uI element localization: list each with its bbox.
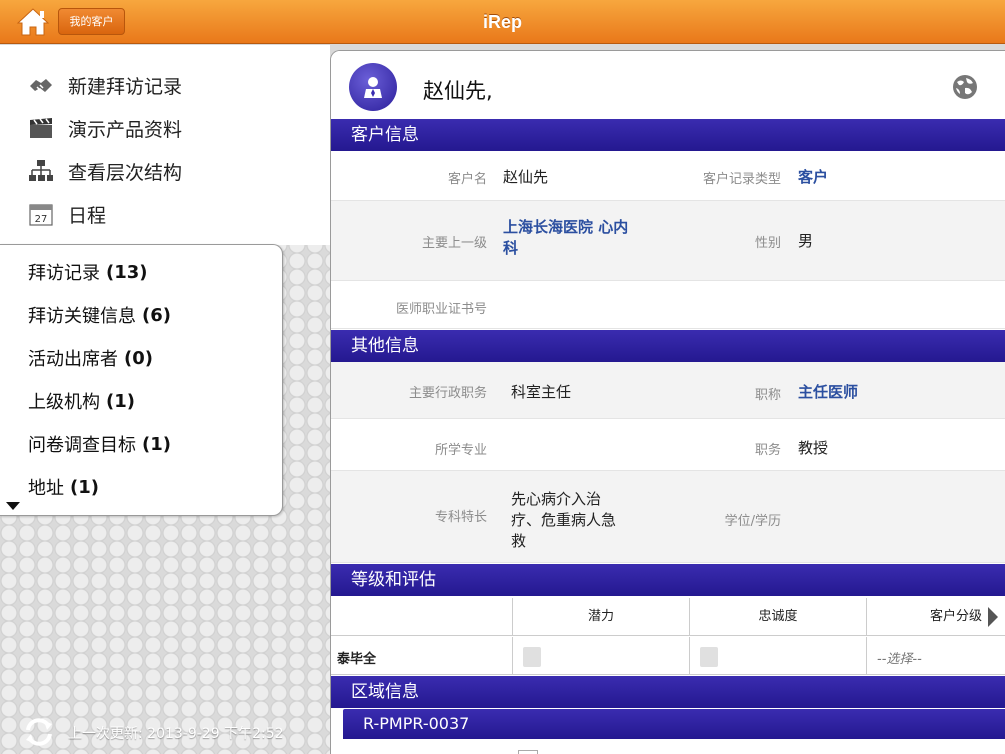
info-row: 所学专业 职务 教授 bbox=[331, 419, 1005, 471]
home-icon[interactable] bbox=[14, 6, 52, 38]
detail-header: 赵仙先, bbox=[331, 51, 1005, 119]
related-item-attendees[interactable]: 活动出席者 (0) bbox=[28, 343, 153, 373]
partial-control bbox=[518, 750, 538, 754]
column-header: 潜力 bbox=[512, 598, 689, 636]
related-item-surveys[interactable]: 问卷调查目标 (1) bbox=[28, 429, 171, 459]
field-label: 客户记录类型 bbox=[702, 172, 781, 187]
segment-select[interactable]: --选择-- bbox=[877, 648, 922, 667]
field-label: 客户名 bbox=[447, 172, 487, 187]
field-label: 性别 bbox=[754, 236, 781, 251]
section-customer-info: 客户信息 bbox=[331, 119, 1005, 151]
clapperboard-icon bbox=[28, 115, 54, 141]
parent-account-link[interactable]: 上海长海医院 心内 科 bbox=[503, 217, 628, 259]
related-item-parent-org[interactable]: 上级机构 (1) bbox=[28, 386, 135, 416]
related-label: 活动出席者 bbox=[28, 349, 118, 370]
position-value: 教授 bbox=[798, 439, 829, 457]
field-label: 专科特长 bbox=[434, 510, 487, 525]
field-label: 医师职业证书号 bbox=[395, 302, 487, 317]
record-type-link[interactable]: 客户 bbox=[798, 166, 828, 187]
specialty-line: 救 bbox=[511, 532, 527, 550]
my-customers-button[interactable]: 我的客户 bbox=[58, 8, 125, 35]
related-label: 拜访关键信息 bbox=[28, 306, 136, 327]
info-row: 主要上一级 上海长海医院 心内 科 性别 男 bbox=[331, 201, 1005, 281]
related-label: 问卷调查目标 bbox=[28, 435, 136, 456]
column-header: 忠诚度 bbox=[689, 598, 866, 636]
info-row: 客户名 赵仙先 客户记录类型 客户 bbox=[331, 151, 1005, 201]
potential-cell bbox=[512, 637, 689, 675]
field-label: 职务 bbox=[754, 443, 781, 458]
parent-line: 上海长海医院 心内 bbox=[503, 218, 629, 236]
present-product-item[interactable]: 演示产品资料 bbox=[28, 113, 182, 143]
menu-label: 新建拜访记录 bbox=[68, 75, 183, 98]
column-header: 客户分级 bbox=[866, 598, 1005, 636]
field-label: 主要行政职务 bbox=[408, 386, 487, 401]
info-row: 医师职业证书号 bbox=[331, 281, 1005, 329]
job-title-link[interactable]: 主任医师 bbox=[798, 381, 858, 402]
loyalty-checkbox[interactable] bbox=[700, 647, 718, 667]
potential-checkbox[interactable] bbox=[523, 647, 541, 667]
related-count: (1) bbox=[70, 476, 99, 498]
parent-line: 科 bbox=[503, 239, 519, 257]
new-visit-record-item[interactable]: 新建拜访记录 bbox=[28, 70, 182, 100]
last-update-text: 上一次更新: 2013-9-29 下午2:52 bbox=[68, 726, 284, 742]
product-name: 泰毕全 bbox=[337, 652, 377, 667]
admin-title-value: 科室主任 bbox=[511, 383, 572, 401]
related-count: (1) bbox=[142, 433, 171, 455]
related-item-visits[interactable]: 拜访记录 (13) bbox=[28, 257, 148, 287]
app-title: iRep bbox=[482, 12, 522, 32]
view-hierarchy-item[interactable]: 查看层次结构 bbox=[28, 156, 182, 186]
calendar-day: 27 bbox=[35, 214, 48, 225]
related-list: 拜访记录 (13) 拜访关键信息 (6) 活动出席者 (0) 上级机构 (1) 问卷调查… bbox=[0, 244, 283, 516]
hierarchy-icon bbox=[28, 158, 54, 184]
doctor-avatar-icon bbox=[349, 63, 397, 111]
related-item-key-messages[interactable]: 拜访关键信息 (6) bbox=[28, 300, 171, 330]
gender-value: 男 bbox=[798, 232, 814, 250]
customer-name-title: 赵仙先, bbox=[423, 79, 493, 103]
refresh-icon[interactable] bbox=[22, 715, 56, 749]
info-row: 主要行政职务 科室主任 职称 主任医师 bbox=[331, 362, 1005, 419]
menu-label: 日程 bbox=[68, 204, 107, 227]
loyalty-cell bbox=[689, 637, 866, 675]
related-label: 地址 bbox=[28, 478, 64, 499]
field-label: 所学专业 bbox=[434, 443, 487, 458]
menu-label: 查看层次结构 bbox=[68, 161, 183, 184]
territory-code[interactable]: R-PMPR-0037 bbox=[343, 709, 1005, 739]
scroll-right-arrow-icon[interactable] bbox=[988, 607, 998, 627]
section-territory: 区域信息 bbox=[331, 676, 1005, 708]
related-count: (6) bbox=[142, 304, 171, 326]
specialty-line: 先心病介入治 bbox=[511, 490, 602, 508]
globe-icon[interactable] bbox=[951, 73, 979, 101]
related-count: (1) bbox=[106, 390, 135, 412]
info-row: 专科特长 先心病介入治 疗、危重病人急 救 学位/学历 bbox=[331, 471, 1005, 563]
rating-grid-header: 潜力 忠诚度 客户分级 bbox=[331, 598, 1005, 636]
specialty-value: 先心病介入治 疗、危重病人急 救 bbox=[511, 489, 616, 552]
handshake-icon bbox=[28, 72, 54, 98]
segment-cell: --选择-- bbox=[866, 637, 1005, 675]
field-label: 职称 bbox=[754, 388, 781, 403]
action-menu: 新建拜访记录 演示产品资料 查看层次结构 27 日程 bbox=[0, 45, 330, 245]
scroll-down-arrow-icon[interactable] bbox=[6, 502, 20, 510]
customer-name-value: 赵仙先 bbox=[503, 168, 549, 186]
section-rating: 等级和评估 bbox=[331, 564, 1005, 596]
section-other-info: 其他信息 bbox=[331, 330, 1005, 362]
left-panel: 新建拜访记录 演示产品资料 查看层次结构 27 日程 拜访记录 (13) 拜访关键… bbox=[0, 45, 330, 754]
related-item-address[interactable]: 地址 (1) bbox=[28, 472, 99, 502]
related-label: 上级机构 bbox=[28, 392, 100, 413]
menu-label: 演示产品资料 bbox=[68, 118, 183, 141]
calendar-item[interactable]: 27 日程 bbox=[28, 199, 106, 229]
calendar-icon: 27 bbox=[28, 201, 54, 227]
specialty-line: 疗、危重病人急 bbox=[511, 511, 617, 529]
detail-panel: 赵仙先, 客户信息 客户名 赵仙先 客户记录类型 客户 主要上一级 上海长海医院… bbox=[330, 50, 1005, 754]
field-label: 主要上一级 bbox=[421, 236, 487, 251]
related-count: (13) bbox=[106, 261, 148, 283]
related-label: 拜访记录 bbox=[28, 263, 100, 284]
field-label: 学位/学历 bbox=[724, 514, 781, 529]
top-bar: 我的客户 iRep bbox=[0, 0, 1005, 44]
related-count: (0) bbox=[124, 347, 153, 369]
rating-row: 泰毕全 --选择-- bbox=[331, 637, 1005, 675]
